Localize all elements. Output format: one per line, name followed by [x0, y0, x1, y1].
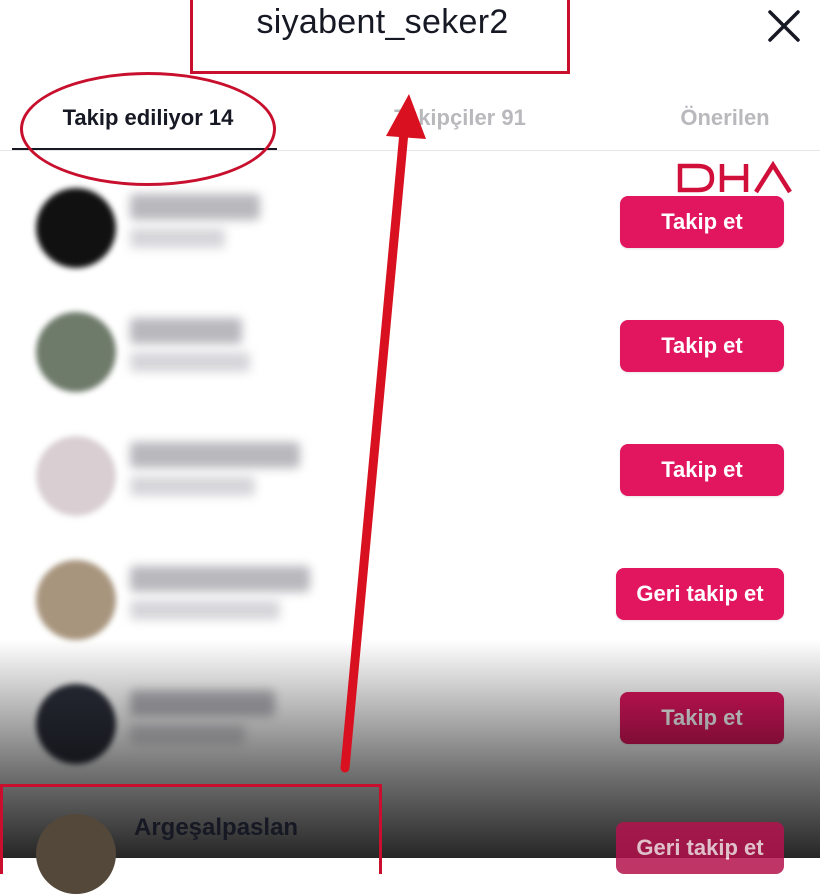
list-item: Takip et — [0, 300, 820, 410]
follow-button[interactable]: Takip et — [620, 320, 784, 372]
blurred-name — [130, 442, 300, 468]
follow-button[interactable]: Takip et — [620, 444, 784, 496]
avatar[interactable] — [36, 560, 116, 640]
blurred-username — [130, 476, 255, 496]
blurred-name — [130, 690, 275, 716]
avatar[interactable] — [36, 188, 116, 268]
header: siyabent_seker2 — [0, 0, 820, 80]
avatar[interactable] — [36, 436, 116, 516]
avatar[interactable] — [36, 312, 116, 392]
tab-followers[interactable]: Takipçiler 91 — [380, 88, 540, 148]
avatar[interactable] — [36, 684, 116, 764]
list-item-highlighted: Argeşalpaslan Geri takip et — [0, 784, 820, 894]
following-tab-highlight-oval — [20, 72, 276, 186]
list-item: Takip et — [0, 672, 820, 782]
title-highlight-box — [190, 0, 570, 74]
user-highlight-box — [0, 784, 382, 874]
blurred-username — [130, 228, 225, 248]
blurred-username — [130, 600, 280, 620]
blurred-name — [130, 566, 310, 592]
blurred-name — [130, 194, 260, 220]
list-item: Takip et — [0, 424, 820, 534]
blurred-username — [130, 352, 250, 372]
follow-back-button[interactable]: Geri takip et — [616, 822, 784, 874]
list-item: Geri takip et — [0, 548, 820, 658]
close-icon[interactable] — [762, 4, 806, 48]
list-item: Takip et — [0, 176, 820, 286]
blurred-name — [130, 318, 242, 344]
tab-suggested[interactable]: Önerilen — [660, 88, 790, 148]
follow-back-button[interactable]: Geri takip et — [616, 568, 784, 620]
follow-button[interactable]: Takip et — [620, 196, 784, 248]
blurred-username — [130, 724, 245, 744]
follow-button[interactable]: Takip et — [620, 692, 784, 744]
